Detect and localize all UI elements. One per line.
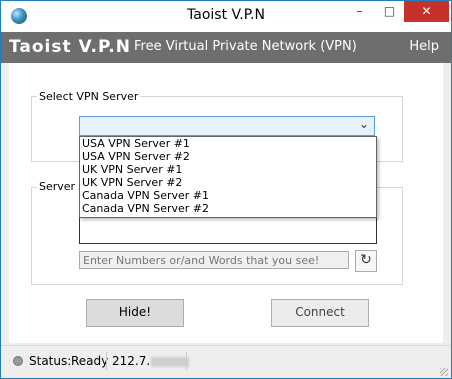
connect-button[interactable]: Connect xyxy=(271,299,369,327)
dropdown-option[interactable]: Canada VPN Server #2 xyxy=(80,202,376,215)
dropdown-option[interactable]: USA VPN Server #2 xyxy=(80,150,376,163)
captcha-input[interactable] xyxy=(79,251,349,269)
status-separator xyxy=(186,352,187,370)
ip-address: 212.7. xyxy=(112,354,190,368)
brand-subtitle: Free Virtual Private Network (VPN) xyxy=(134,39,357,54)
status-value: Ready xyxy=(71,354,109,368)
status-separator xyxy=(106,352,107,370)
refresh-icon: ↻ xyxy=(360,252,372,268)
app-header: Taoist V.P.N Free Virtual Private Networ… xyxy=(1,32,451,63)
status-bar: Status: Ready 212.7. xyxy=(1,345,451,378)
ip-redacted xyxy=(151,356,190,367)
chevron-down-icon[interactable]: ⌄ xyxy=(359,117,369,131)
dropdown-option[interactable]: UK VPN Server #1 xyxy=(80,163,376,176)
status-indicator-icon xyxy=(13,356,23,366)
main-panel: Select VPN Server Server A ⌄ ↻ Hide! Con… xyxy=(9,63,443,343)
title-bar[interactable]: Taoist V.P.N – □ ✕ xyxy=(1,1,451,32)
hide-button[interactable]: Hide! xyxy=(86,299,184,327)
server-select[interactable]: ⌄ xyxy=(79,116,375,136)
maximize-button[interactable]: □ xyxy=(376,1,403,22)
resize-grip-icon[interactable] xyxy=(440,368,448,376)
dropdown-option[interactable]: UK VPN Server #2 xyxy=(80,176,376,189)
app-window: Taoist V.P.N – □ ✕ Taoist V.P.N Free Vir… xyxy=(0,0,452,379)
server-dropdown-list[interactable]: USA VPN Server #1 USA VPN Server #2 UK V… xyxy=(79,136,377,218)
dropdown-option[interactable]: Canada VPN Server #1 xyxy=(80,189,376,202)
dropdown-option[interactable]: USA VPN Server #1 xyxy=(80,137,376,150)
status-label: Status: xyxy=(29,354,72,368)
minimize-button[interactable]: – xyxy=(346,1,373,22)
ip-address-text: 212.7. xyxy=(112,354,151,368)
help-link[interactable]: Help xyxy=(409,39,439,54)
close-button[interactable]: ✕ xyxy=(404,1,449,22)
refresh-captcha-button[interactable]: ↻ xyxy=(355,250,377,272)
brand-title: Taoist V.P.N xyxy=(9,37,131,57)
server-group-label: Select VPN Server xyxy=(37,90,141,103)
